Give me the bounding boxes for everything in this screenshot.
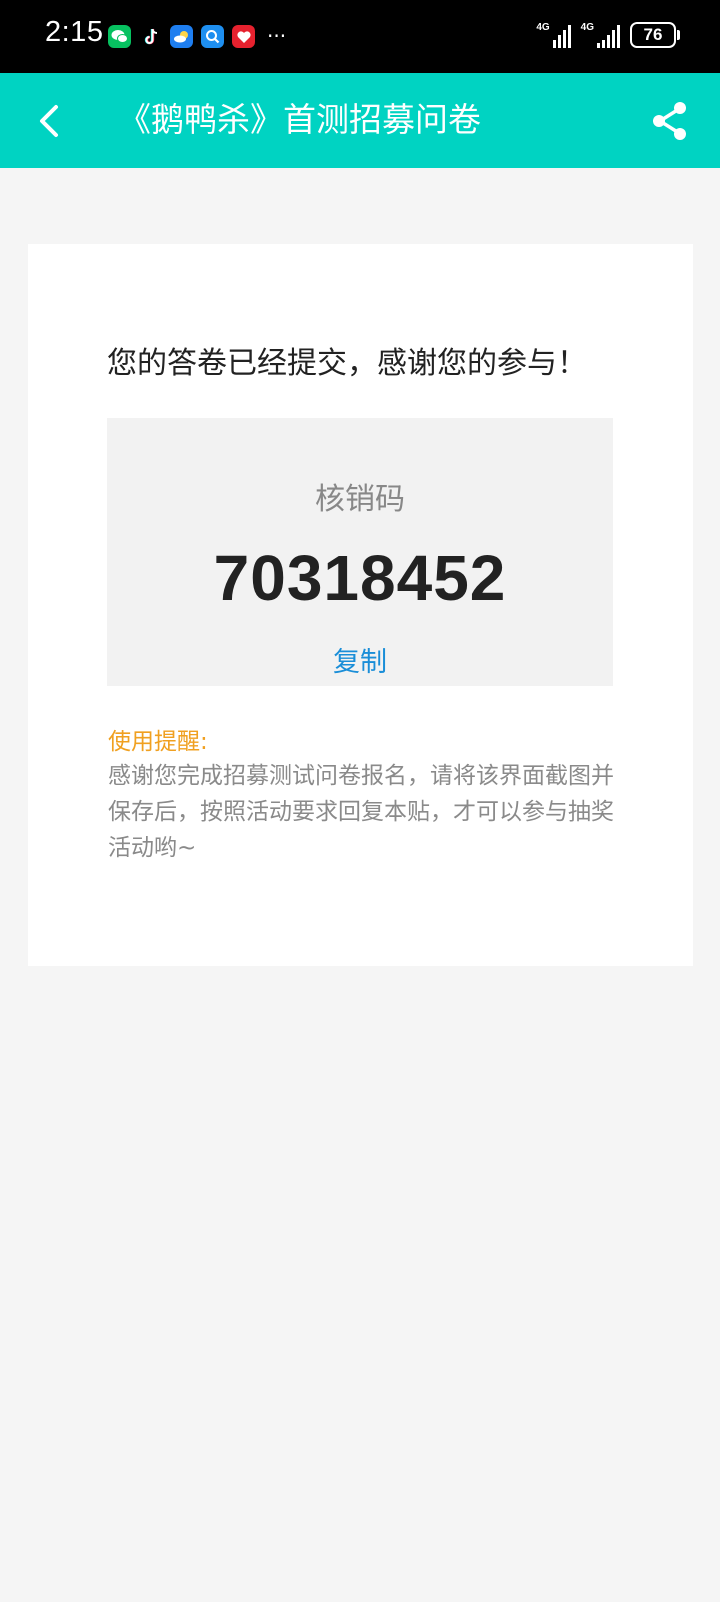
tiktok-icon xyxy=(139,25,162,48)
tip-title: 使用提醒: xyxy=(108,729,208,755)
code-value: 70318452 xyxy=(213,542,507,614)
redemption-code-box: 核销码 70318452 复制 xyxy=(107,418,613,686)
weather-app-icon xyxy=(170,25,193,48)
code-label: 核销码 xyxy=(315,482,405,517)
app-bar: 《鹅鸭杀》首测招募问卷 xyxy=(0,73,720,168)
battery-icon: 76 xyxy=(630,22,680,48)
success-message: 您的答卷已经提交，感谢您的参与！ xyxy=(107,346,587,381)
share-button[interactable] xyxy=(648,99,692,143)
network-type-label: 4G xyxy=(536,22,550,33)
status-bar: 2:15 ··· 4G 4G 76 xyxy=(0,0,720,73)
result-card: 您的答卷已经提交，感谢您的参与！ 核销码 70318452 复制 使用提醒: 感… xyxy=(28,244,693,966)
share-icon xyxy=(653,102,686,140)
status-indicators: 4G 4G 76 xyxy=(536,22,680,48)
tip-body: 感谢您完成招募测试问卷报名，请将该界面截图并保存后，按照活动要求回复本贴，才可以… xyxy=(108,763,614,861)
battery-level: 76 xyxy=(643,25,663,44)
wechat-icon xyxy=(108,25,131,48)
heart-app-icon xyxy=(232,25,255,48)
signal-icon: 4G xyxy=(581,22,620,48)
search-app-icon xyxy=(201,25,224,48)
chevron-left-icon xyxy=(40,105,58,137)
copy-button[interactable]: 复制 xyxy=(107,640,613,679)
page-title: 《鹅鸭杀》首测招募问卷 xyxy=(118,100,481,139)
more-notifications-icon: ··· xyxy=(267,24,287,48)
signal-icon: 4G xyxy=(536,22,571,48)
network-type-label: 4G xyxy=(580,22,594,33)
notification-icons: ··· xyxy=(108,25,286,48)
status-time: 2:15 xyxy=(45,16,104,48)
back-button[interactable] xyxy=(30,99,74,143)
